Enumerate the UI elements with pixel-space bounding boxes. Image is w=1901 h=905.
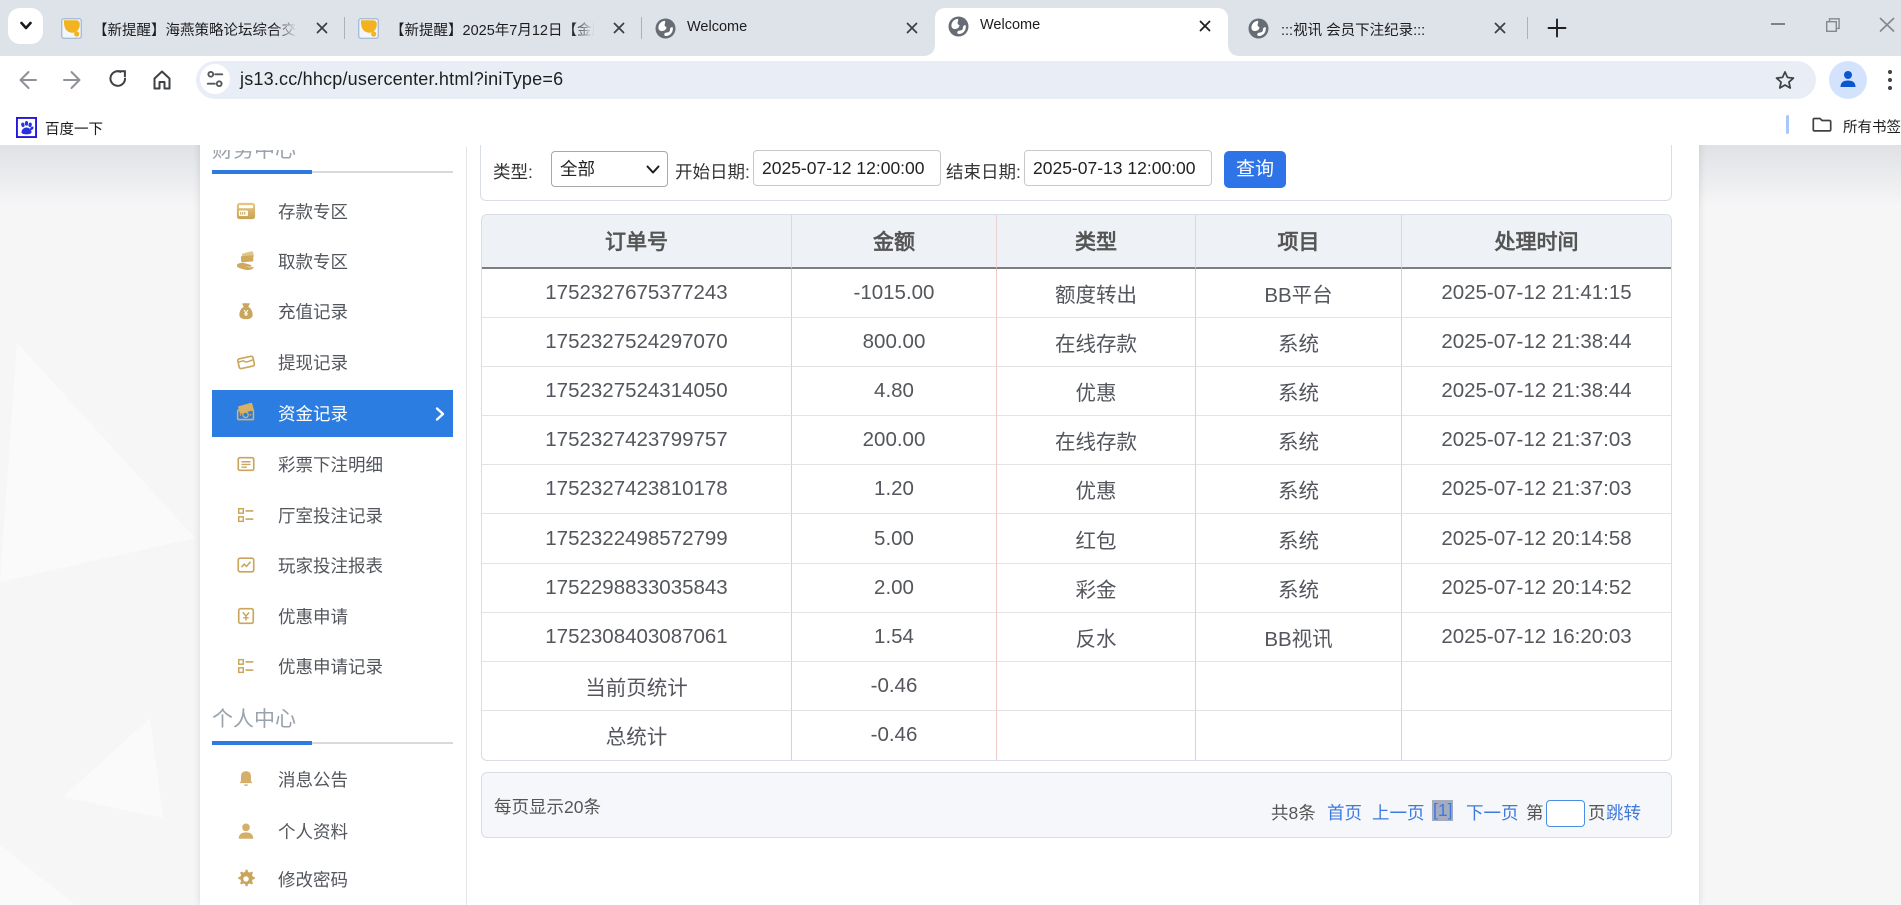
- svg-text:¥: ¥: [244, 309, 249, 318]
